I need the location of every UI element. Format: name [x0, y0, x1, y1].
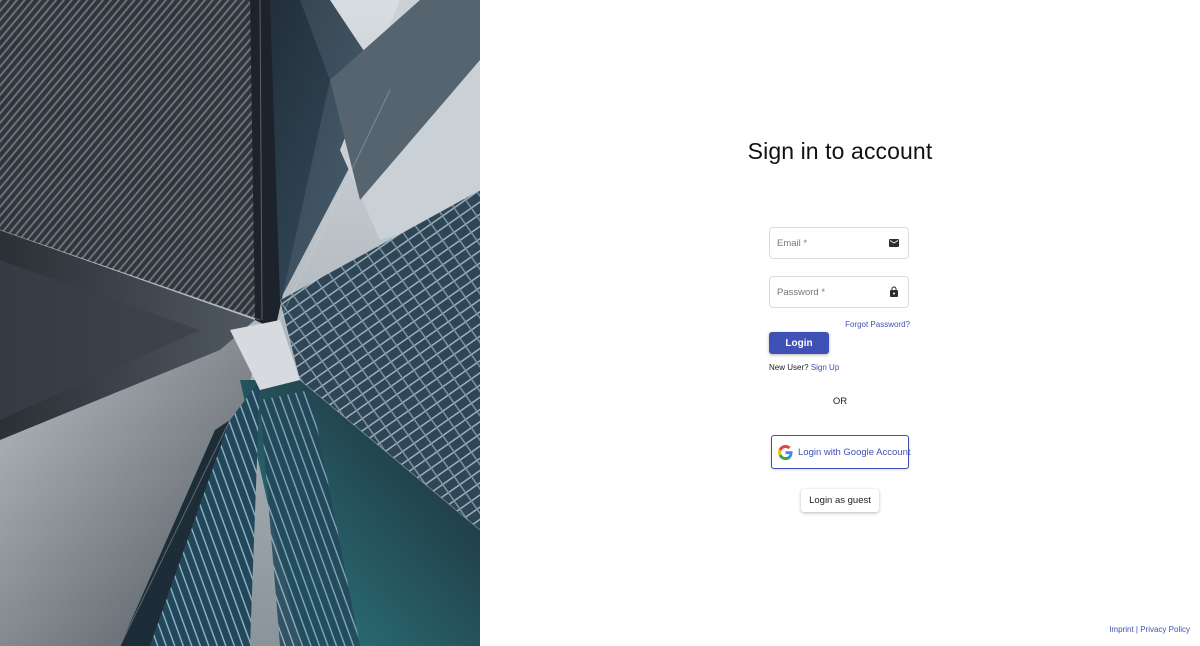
imprint-link[interactable]: Imprint: [1109, 625, 1133, 634]
page-title: Sign in to account: [747, 138, 933, 164]
lock-icon: [890, 286, 898, 297]
footer-separator: |: [1135, 625, 1138, 634]
login-button[interactable]: Login: [769, 332, 829, 354]
privacy-policy-link[interactable]: Privacy Policy: [1140, 625, 1190, 634]
skyscraper-photo: [0, 0, 480, 646]
google-logo-icon: [778, 445, 793, 460]
password-input[interactable]: [770, 277, 889, 307]
email-input[interactable]: [770, 228, 889, 258]
footer-links: Imprint | Privacy Policy: [1109, 625, 1190, 634]
password-field[interactable]: [769, 276, 909, 308]
sign-up-link[interactable]: Sign Up: [811, 363, 839, 372]
or-divider: OR: [832, 396, 848, 407]
new-user-text: New User?: [769, 363, 809, 372]
google-login-label: Login with Google Account: [798, 447, 911, 458]
google-login-button[interactable]: Login with Google Account: [771, 435, 911, 469]
hero-image: [0, 0, 480, 646]
envelope-icon: [889, 239, 899, 247]
forgot-password-link[interactable]: Forgot Password?: [845, 320, 910, 329]
guest-login-button[interactable]: Login as guest: [801, 489, 879, 512]
new-user-row: New User? Sign Up: [769, 363, 839, 372]
email-field[interactable]: [769, 227, 909, 259]
